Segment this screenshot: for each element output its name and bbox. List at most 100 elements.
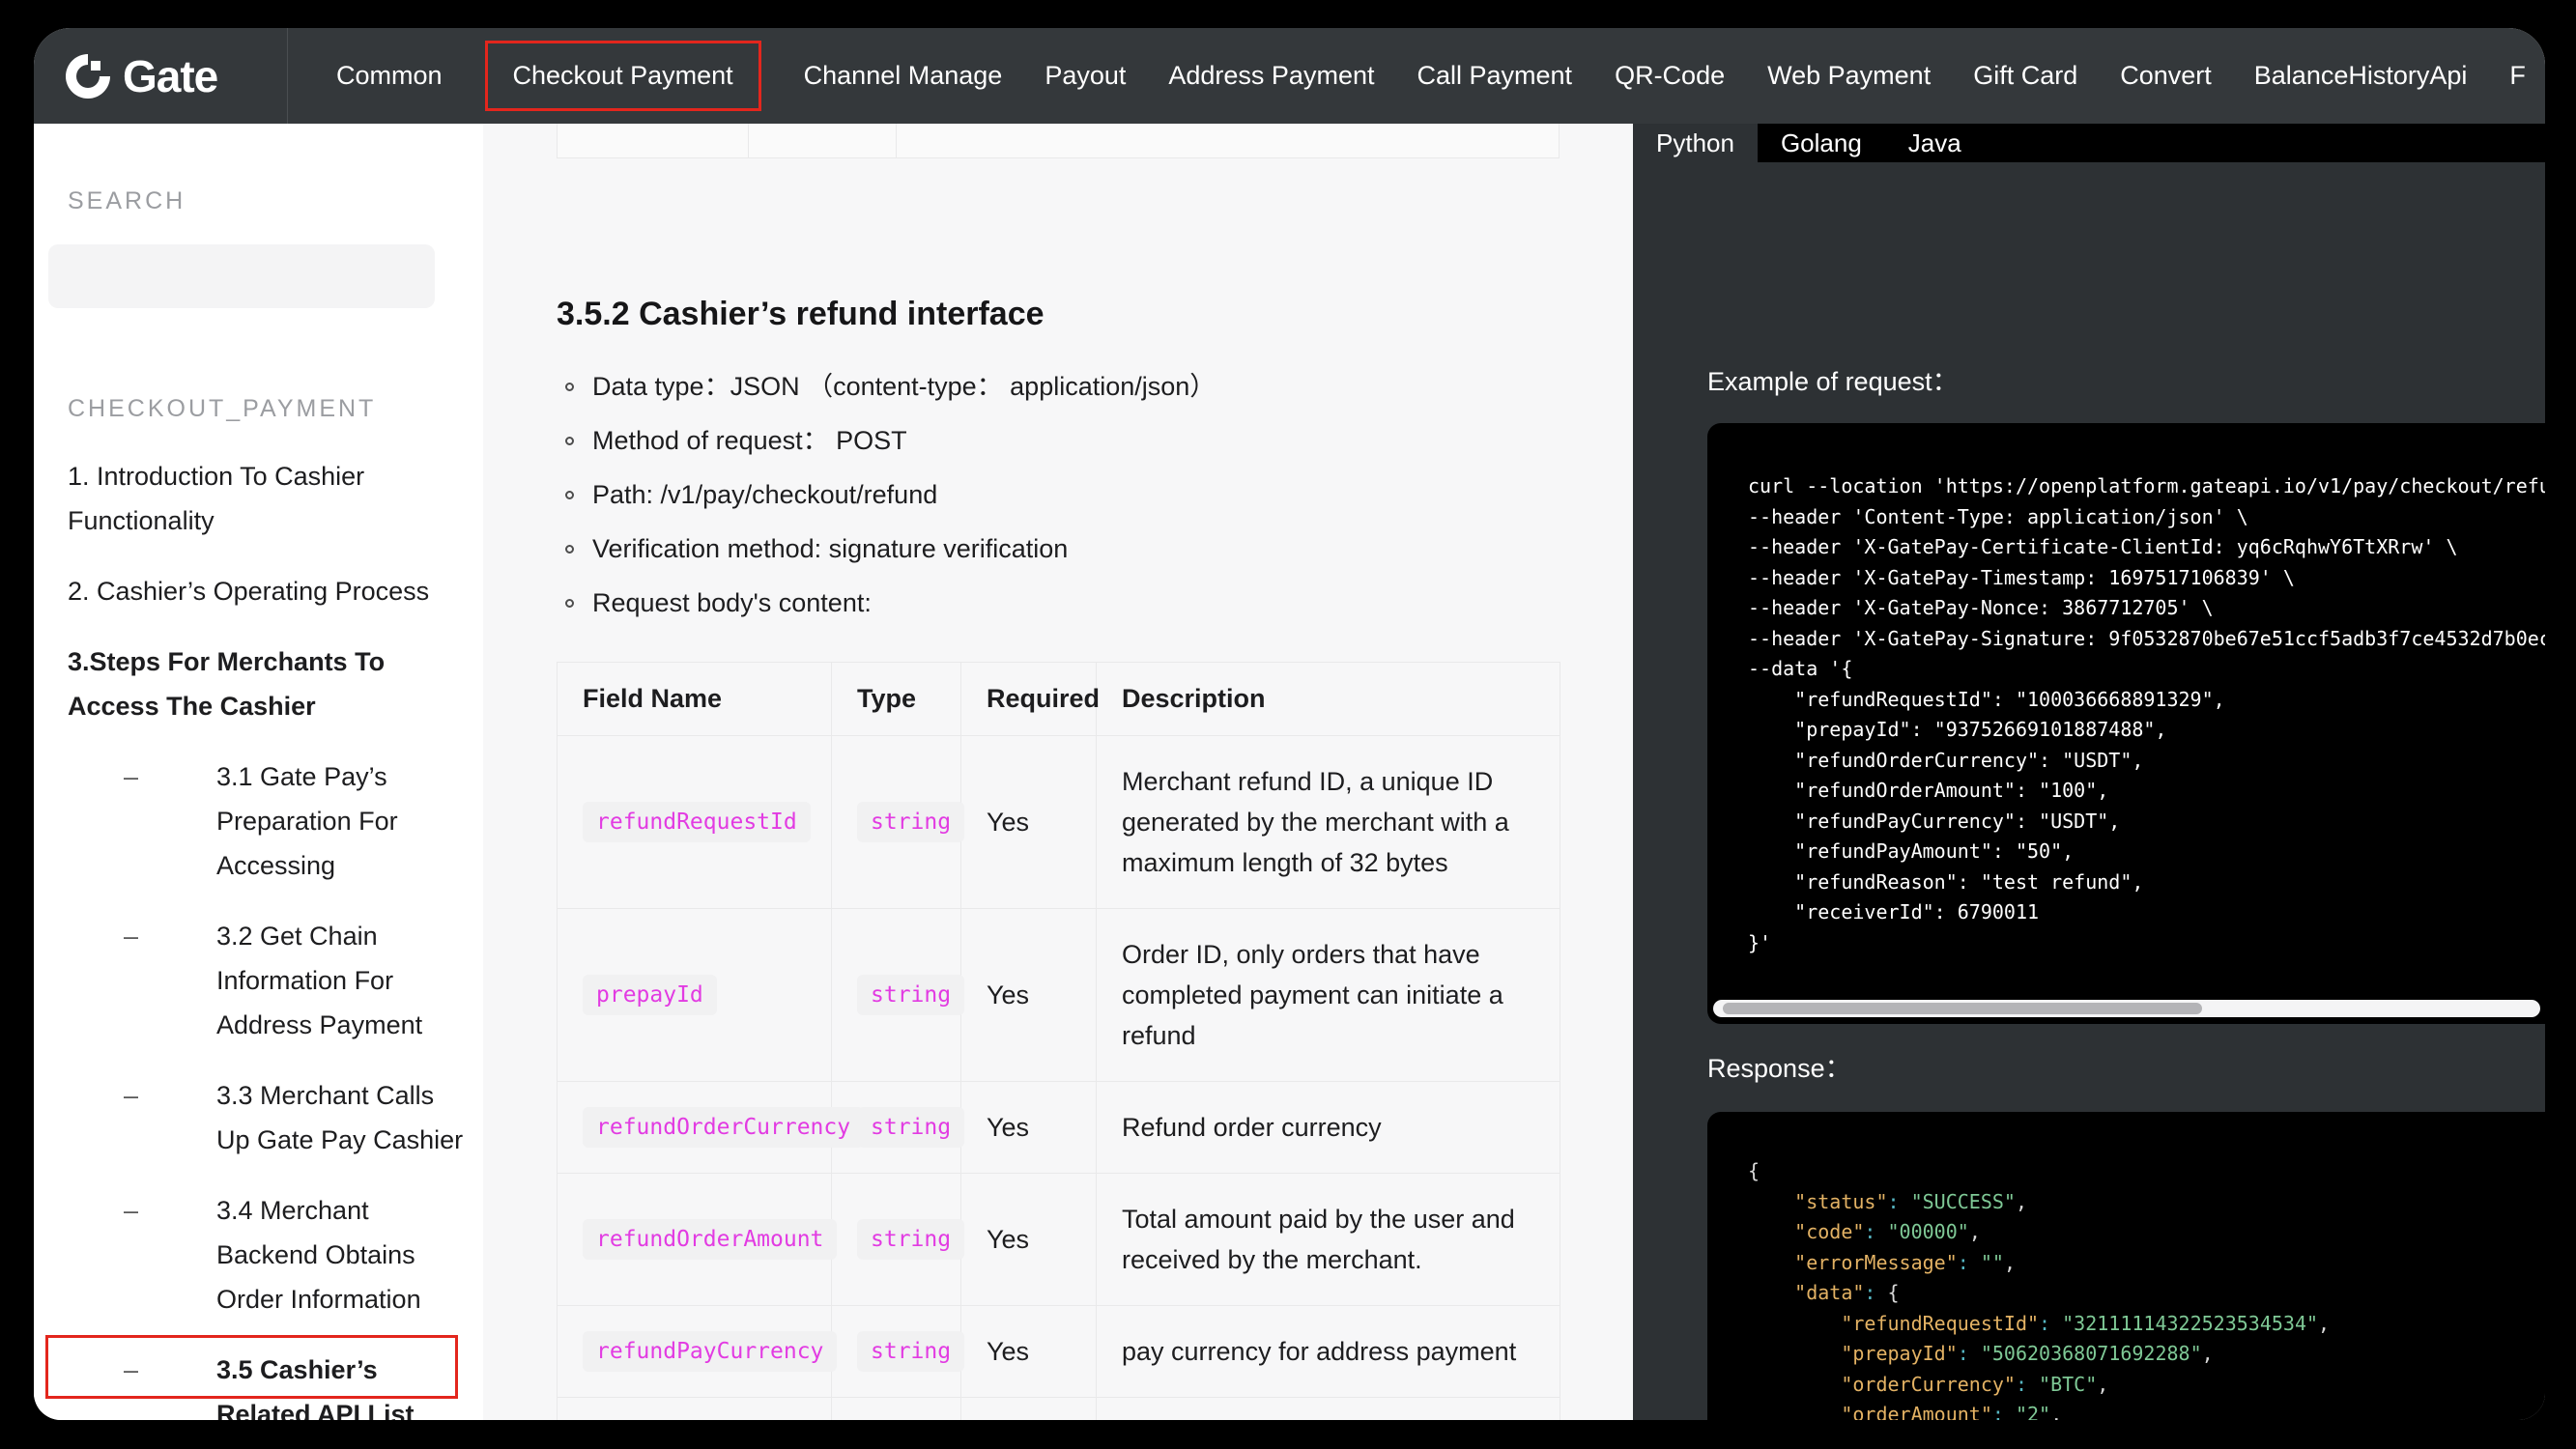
scrollbar-thumb[interactable] — [1723, 1003, 2203, 1014]
search-label: SEARCH — [68, 187, 186, 214]
description-cell: Order ID, only orders that have complete… — [1096, 908, 1560, 1082]
sidebar-toc: 1. Introduction To Cashier Functionality… — [45, 454, 483, 1420]
required-cell: Yes — [960, 735, 1097, 909]
code-panel: Python Golang Java Example of request： cur… — [1633, 124, 2545, 1420]
list-dash-marker: – — [124, 922, 139, 951]
tab-python[interactable]: Python — [1633, 124, 1758, 162]
nav-item-gift-card[interactable]: Gift Card — [1973, 61, 2077, 91]
nav-item-call-payment[interactable]: Call Payment — [1417, 61, 1572, 91]
top-nav: Gate Common Checkout Payment Channel Manag… — [34, 28, 2545, 124]
bullet-circle-icon — [565, 598, 574, 608]
sidebar-item-3-2-get-chain-information-for-address-payment[interactable]: –3.2 Get Chain Information For Address P… — [68, 914, 469, 1047]
table-row-refundrequestid: refundRequestId string Yes Merchant refund … — [557, 735, 1560, 909]
spec-bullet: Verification method: signature verificat… — [557, 534, 1633, 563]
nav-item-payout[interactable]: Payout — [1045, 61, 1126, 91]
required-cell: Yes — [960, 1173, 1097, 1306]
description-cell: Merchant refund ID, a unique ID generate… — [1096, 735, 1560, 909]
field-name-pill: refundPayCurrency — [583, 1331, 838, 1372]
list-dash-marker: – — [124, 1196, 139, 1225]
type-pill: string — [857, 1107, 965, 1148]
nav-item-f[interactable]: F — [2509, 61, 2526, 91]
column-header-type: Type — [831, 662, 961, 736]
sidebar-item-3-steps-for-merchants-to-access-the-cashier[interactable]: 3.Steps For Merchants To Access The Cash… — [68, 639, 469, 728]
description-cell: The refunded amount that remains on-chai… — [1096, 1397, 1560, 1420]
nav-item-checkout-payment[interactable]: Checkout Payment — [484, 41, 761, 111]
search-input[interactable] — [48, 244, 435, 308]
nav-item-web-payment[interactable]: Web Payment — [1767, 61, 1931, 91]
sidebar-item-3-4-merchant-backend-obtains-order-information[interactable]: –3.4 Merchant Backend Obtains Order Info… — [68, 1188, 469, 1321]
table-row-refundpaycurrency: refundPayCurrency string Yes pay currency f… — [557, 1305, 1560, 1398]
sidebar-section-label: CHECKOUT_PAYMENT — [68, 395, 377, 422]
spec-bullet: Data type：JSON （content-type： applicatio… — [557, 372, 1633, 401]
sidebar-item-3-1-gate-pay-s-preparation-for-accessing[interactable]: –3.1 Gate Pay’s Preparation For Accessin… — [68, 754, 469, 888]
type-pill: string — [857, 1331, 965, 1372]
spec-bullet-list: Data type：JSON （content-type： applicatio… — [557, 372, 1633, 617]
nav-item-channel-manage[interactable]: Channel Manage — [804, 61, 1003, 91]
nav-menu: Common Checkout Payment Channel Manage Payo… — [336, 28, 2545, 124]
gate-logo-icon — [66, 53, 110, 99]
response-code-block: { "status": "SUCCESS", "code": "00000", … — [1707, 1112, 2545, 1420]
logo[interactable]: Gate — [34, 28, 288, 124]
field-name-pill: refundRequestId — [583, 802, 811, 842]
sidebar-item-3-5-cashier-s-related-api-list[interactable]: –3.5 Cashier’s Related API List — [45, 1335, 469, 1420]
type-cell: string — [831, 735, 965, 909]
response-label: Response： — [1707, 1054, 1851, 1083]
table-row-refundpayamount: refundPayAmountstringYesThe refunded amo… — [557, 1397, 1560, 1420]
column-header-field-name: Field Name — [557, 662, 832, 736]
nav-item-convert[interactable]: Convert — [2120, 61, 2212, 91]
spec-bullet: Request body's content: — [557, 588, 1633, 617]
spec-bullet: Path: /v1/pay/checkout/refund — [557, 480, 1633, 509]
required-cell: Yes — [960, 1081, 1097, 1174]
tab-golang[interactable]: Golang — [1758, 124, 1885, 162]
sidebar-item-1-introduction-to-cashier-functionality[interactable]: 1. Introduction To Cashier Functionality — [68, 454, 469, 543]
type-cell: string — [831, 908, 965, 1082]
bullet-circle-icon — [565, 382, 574, 391]
field-name-pill: prepayId — [583, 975, 717, 1015]
nav-item-address-payment[interactable]: Address Payment — [1168, 61, 1374, 91]
bullet-circle-icon — [565, 544, 574, 554]
main-content: 3.5.2 Cashier’s refund interface Data ty… — [483, 124, 1633, 1420]
field-name-cell: refundOrderAmount — [557, 1173, 838, 1306]
type-cell: string — [831, 1305, 965, 1398]
request-code: curl --location 'https://openplatform.ga… — [1748, 474, 2545, 954]
column-header-required: Required — [960, 662, 1100, 736]
response-code: { "status": "SUCCESS", "code": "00000", … — [1748, 1159, 2331, 1420]
request-example-label: Example of request： — [1707, 367, 1959, 396]
field-name-cell: refundPayCurrency — [557, 1305, 838, 1398]
type-pill: string — [857, 802, 965, 842]
sidebar-item-3-3-merchant-calls-up-gate-pay-cashier[interactable]: –3.3 Merchant Calls Up Gate Pay Cashier — [68, 1073, 469, 1162]
description-cell: Refund order currency — [1096, 1081, 1560, 1174]
nav-item-balancehistoryapi[interactable]: BalanceHistoryApi — [2254, 61, 2468, 91]
spec-bullet: Method of request： POST — [557, 426, 1633, 455]
required-cell: Yes — [960, 908, 1097, 1082]
request-code-block: curl --location 'https://openplatform.ga… — [1707, 423, 2545, 1024]
type-pill: string — [857, 975, 965, 1015]
required-cell: Yes — [960, 1397, 1097, 1420]
logo-text: Gate — [123, 50, 218, 101]
horizontal-scrollbar[interactable] — [1713, 1000, 2540, 1017]
table-header-row: Field Name Type Required Description — [557, 662, 1560, 736]
list-dash-marker: – — [124, 1081, 139, 1110]
field-name-cell: refundPayAmount — [557, 1397, 832, 1420]
request-params-table: Field Name Type Required Description refund… — [557, 662, 1560, 1420]
type-cell: string — [831, 1397, 961, 1420]
page-title: 3.5.2 Cashier’s refund interface — [557, 296, 1045, 332]
sidebar-item-2-cashier-s-operating-process[interactable]: 2. Cashier’s Operating Process — [68, 569, 469, 613]
sidebar: SEARCH CHECKOUT_PAYMENT 1. Introduction … — [34, 124, 483, 1420]
bullet-circle-icon — [565, 490, 574, 499]
field-name-pill: refundOrderCurrency — [583, 1107, 865, 1148]
description-cell: Total amount paid by the user and receiv… — [1096, 1173, 1560, 1306]
list-dash-marker: – — [124, 1355, 139, 1384]
description-cell: pay currency for address payment — [1096, 1305, 1560, 1398]
field-name-cell: refundOrderCurrency — [557, 1081, 865, 1174]
type-pill: string — [857, 1219, 965, 1260]
required-cell: Yes — [960, 1305, 1097, 1398]
table-row-prepayid: prepayId string Yes Order ID, only orders t… — [557, 908, 1560, 1082]
tab-java[interactable]: Java — [1885, 124, 1985, 162]
nav-item-common[interactable]: Common — [336, 61, 443, 91]
field-name-pill: refundOrderAmount — [583, 1219, 838, 1260]
field-name-cell: prepayId — [557, 908, 832, 1082]
nav-item-qr-code[interactable]: QR-Code — [1615, 61, 1725, 91]
list-dash-marker: – — [124, 762, 139, 791]
type-cell: string — [831, 1173, 965, 1306]
